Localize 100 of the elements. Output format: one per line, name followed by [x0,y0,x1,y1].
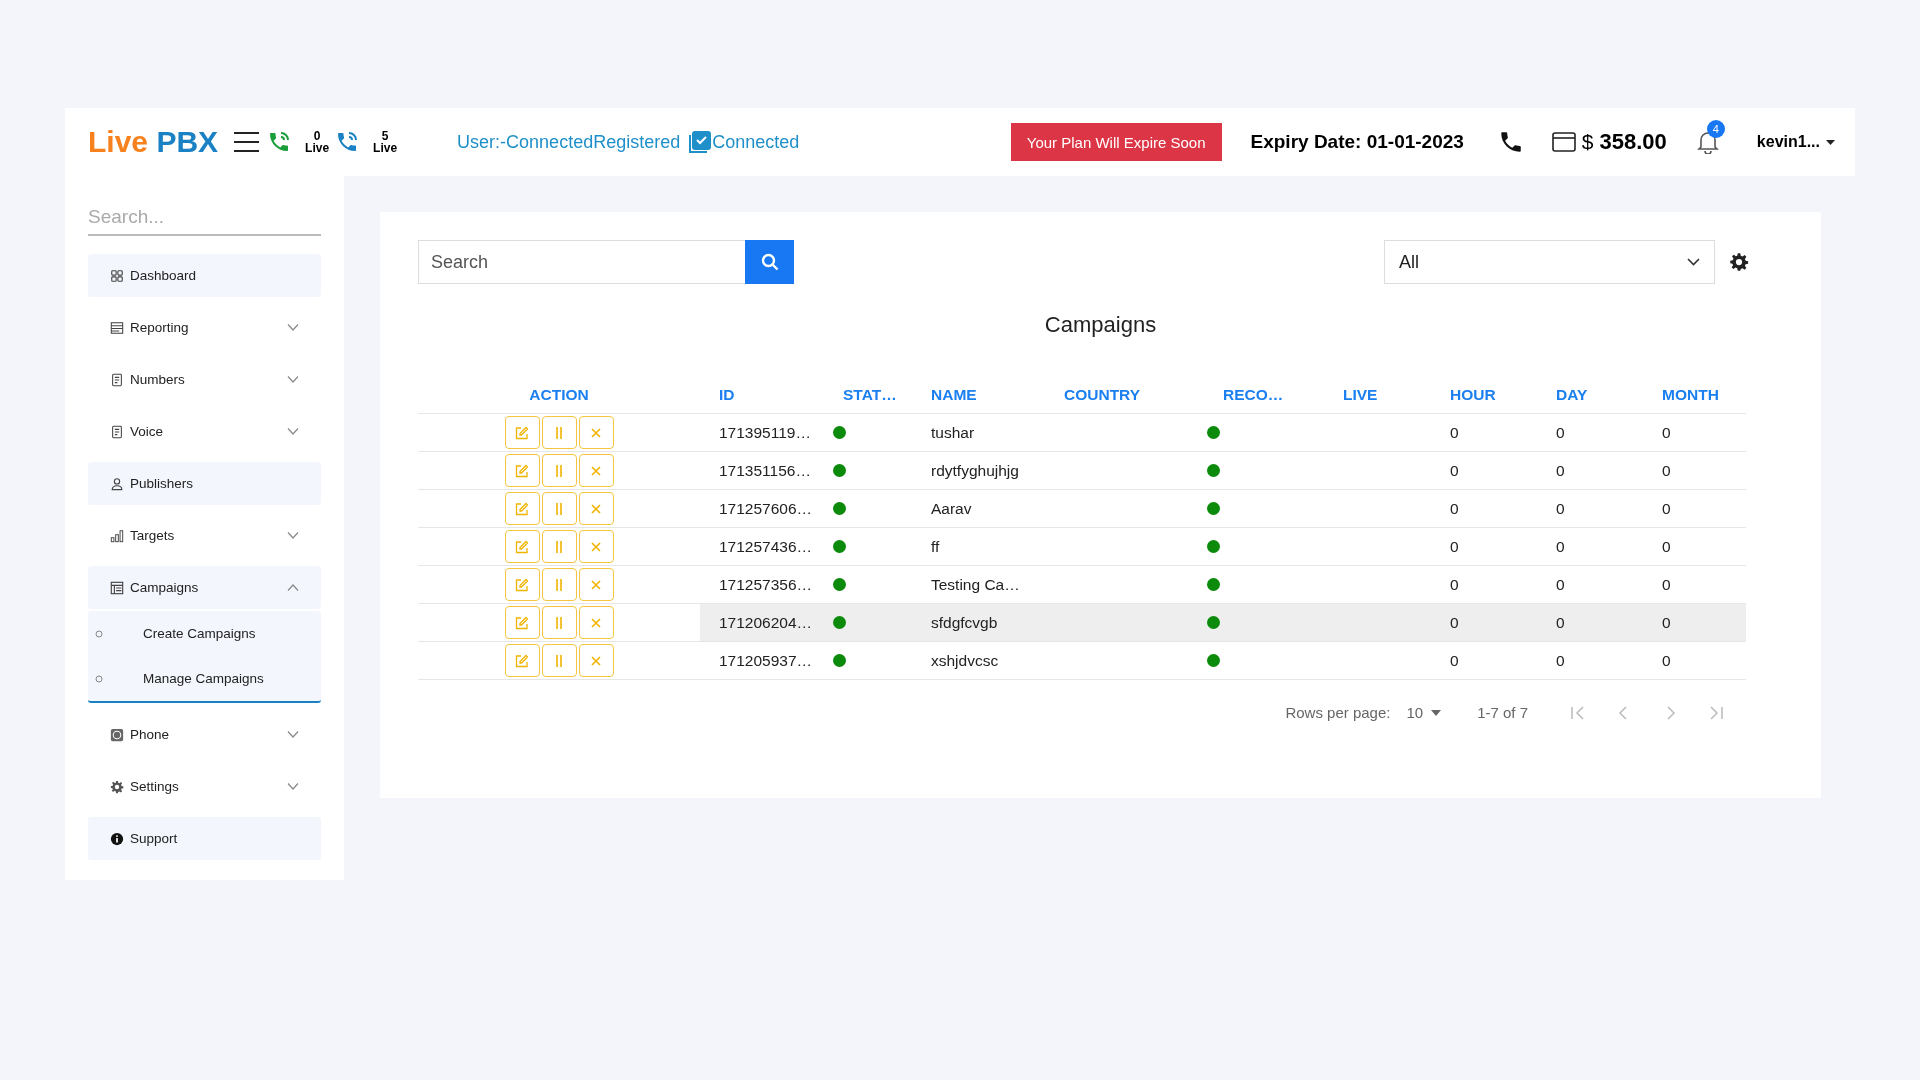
column-header[interactable]: MONTH [1643,376,1746,413]
table-cell-text: 171205937… [718,650,814,671]
delete-button[interactable] [578,606,614,639]
edit-icon [515,577,529,592]
sidebar-item[interactable]: Phone [88,713,321,756]
menu-icon[interactable] [234,131,260,153]
edit-icon [515,463,529,478]
edit-icon [515,615,529,630]
edit-icon [515,501,529,516]
pause-icon [556,578,562,591]
grid-icon [110,268,124,283]
edit-button[interactable] [504,568,540,601]
table-cell-text: 171395119… [718,422,812,443]
sidebar-item[interactable]: Campaigns [88,566,321,609]
table-cell-text: 0 [1555,498,1566,519]
pause-button[interactable] [541,568,577,601]
close-icon [591,655,601,666]
table-cell-text: tushar [930,422,976,443]
page-title: Campaigns [1043,312,1158,338]
table-icon [110,580,124,595]
table-cell: sfdgfcvgb [912,604,1045,641]
sidebar-item[interactable]: Support [88,817,321,860]
edit-icon [515,539,529,554]
column-header[interactable]: ACTION [418,376,700,413]
close-icon [591,617,601,628]
document-icon [110,372,124,387]
delete-button[interactable] [578,568,614,601]
edit-icon [515,425,529,440]
table-cell: 0 [1537,604,1643,641]
pause-button[interactable] [541,530,577,563]
pause-button[interactable] [541,492,577,525]
pause-button[interactable] [541,416,577,449]
pause-icon [556,654,562,667]
rows-per-page-select[interactable]: 10 [1406,704,1442,721]
delete-button[interactable] [578,644,614,677]
column-header[interactable]: LIVE [1324,376,1431,413]
last-page-icon[interactable] [1708,705,1724,720]
pause-button[interactable] [541,606,577,639]
column-header[interactable]: DAY [1537,376,1643,413]
delete-button[interactable] [578,530,614,563]
sidebar-item[interactable]: Dashboard [88,254,321,297]
settings-icon[interactable] [1729,252,1749,272]
table-cell-text: 0 [1555,460,1566,481]
close-icon [591,503,601,514]
connection-status: Connected [712,131,800,153]
user-menu[interactable]: kevin1... [1756,133,1835,151]
search-field[interactable]: Search [418,240,745,284]
list-icon [110,320,124,335]
user-status: User:-ConnectedRegistered [457,131,681,153]
rows-per-page-label: Rows per page: [1285,704,1391,721]
table-cell-text: 0 [1661,460,1672,481]
info-icon [110,831,124,846]
sidebar-item[interactable]: Publishers [88,462,321,505]
table-cell-text: 171351156… [718,460,812,481]
table-cell-text: 0 [1449,574,1460,595]
submenu-item[interactable]: Manage Campaigns [88,656,321,701]
table-cell-text: 0 [1661,536,1672,557]
pause-button[interactable] [541,644,577,677]
edit-button[interactable] [504,530,540,563]
delete-button[interactable] [578,416,614,449]
table-cell-text: 171257356… [718,574,814,595]
table-cell-text: Aarav [930,498,973,519]
column-header[interactable]: HOUR [1431,376,1537,413]
pause-icon [556,426,562,439]
column-header[interactable]: ID [700,376,824,413]
column-header[interactable]: STAT… [824,376,912,413]
balance-amount: 358.00 [1599,129,1667,155]
delete-button[interactable] [578,454,614,487]
column-header[interactable]: NAME [912,376,1045,413]
sidebar-item[interactable]: Numbers [88,358,321,401]
table-cell-text: rdytfyghujhjg [930,460,1020,481]
expiry-date: Expiry Date: 01-01-2023 [1250,131,1464,153]
filter-dropdown[interactable]: All [1384,240,1715,284]
sidebar-item[interactable]: Targets [88,514,321,557]
plan-alert-button[interactable]: Your Plan Will Expire Soon [1010,123,1222,161]
search-button[interactable] [745,240,794,284]
sidebar-item[interactable]: Settings [88,765,321,808]
first-page-icon[interactable] [1570,705,1586,720]
edit-button[interactable] [504,454,540,487]
sidebar-item[interactable]: Reporting [88,306,321,349]
delete-button[interactable] [578,492,614,525]
column-header[interactable]: COUNTRY [1045,376,1204,413]
sidebar-item[interactable]: Voice [88,410,321,453]
edit-button[interactable] [504,606,540,639]
pause-icon [556,616,562,629]
column-header[interactable]: RECO… [1204,376,1324,413]
edit-button[interactable] [504,492,540,525]
table-cell-text: 0 [1555,574,1566,595]
settings-icon [110,779,124,794]
table-cell-text: 0 [1449,422,1460,443]
edit-button[interactable] [504,644,540,677]
logo: Live PBX [88,125,219,159]
submenu-item[interactable]: Create Campaigns [88,611,321,656]
document-icon [110,424,124,439]
table-cell-text: 0 [1555,650,1566,671]
edit-button[interactable] [504,416,540,449]
currency-symbol: $ [1581,130,1594,154]
table-cell-text: Testing Ca… [930,574,1021,595]
pause-button[interactable] [541,454,577,487]
table-cell-text: 0 [1661,422,1672,443]
